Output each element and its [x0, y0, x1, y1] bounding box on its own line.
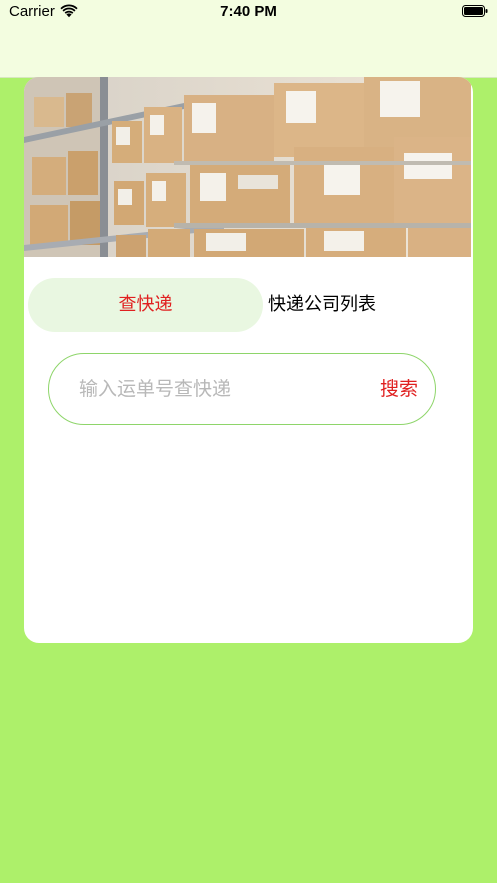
- banner-image: [24, 77, 471, 257]
- search-button[interactable]: 搜索: [380, 354, 418, 424]
- warehouse-illustration: [24, 77, 471, 257]
- battery-icon: [462, 5, 488, 17]
- tab-courier-list[interactable]: 快递公司列表: [268, 278, 448, 332]
- tab-bar: 查快递 快递公司列表: [28, 278, 469, 332]
- status-time: 7:40 PM: [220, 3, 277, 20]
- search-box: 搜索: [48, 353, 436, 425]
- main-card: 查快递 快递公司列表 搜索: [24, 77, 473, 643]
- tab-track-package[interactable]: 查快递: [28, 278, 263, 332]
- tracking-number-input[interactable]: [79, 354, 359, 424]
- status-bar: Carrier 7:40 PM: [0, 0, 497, 78]
